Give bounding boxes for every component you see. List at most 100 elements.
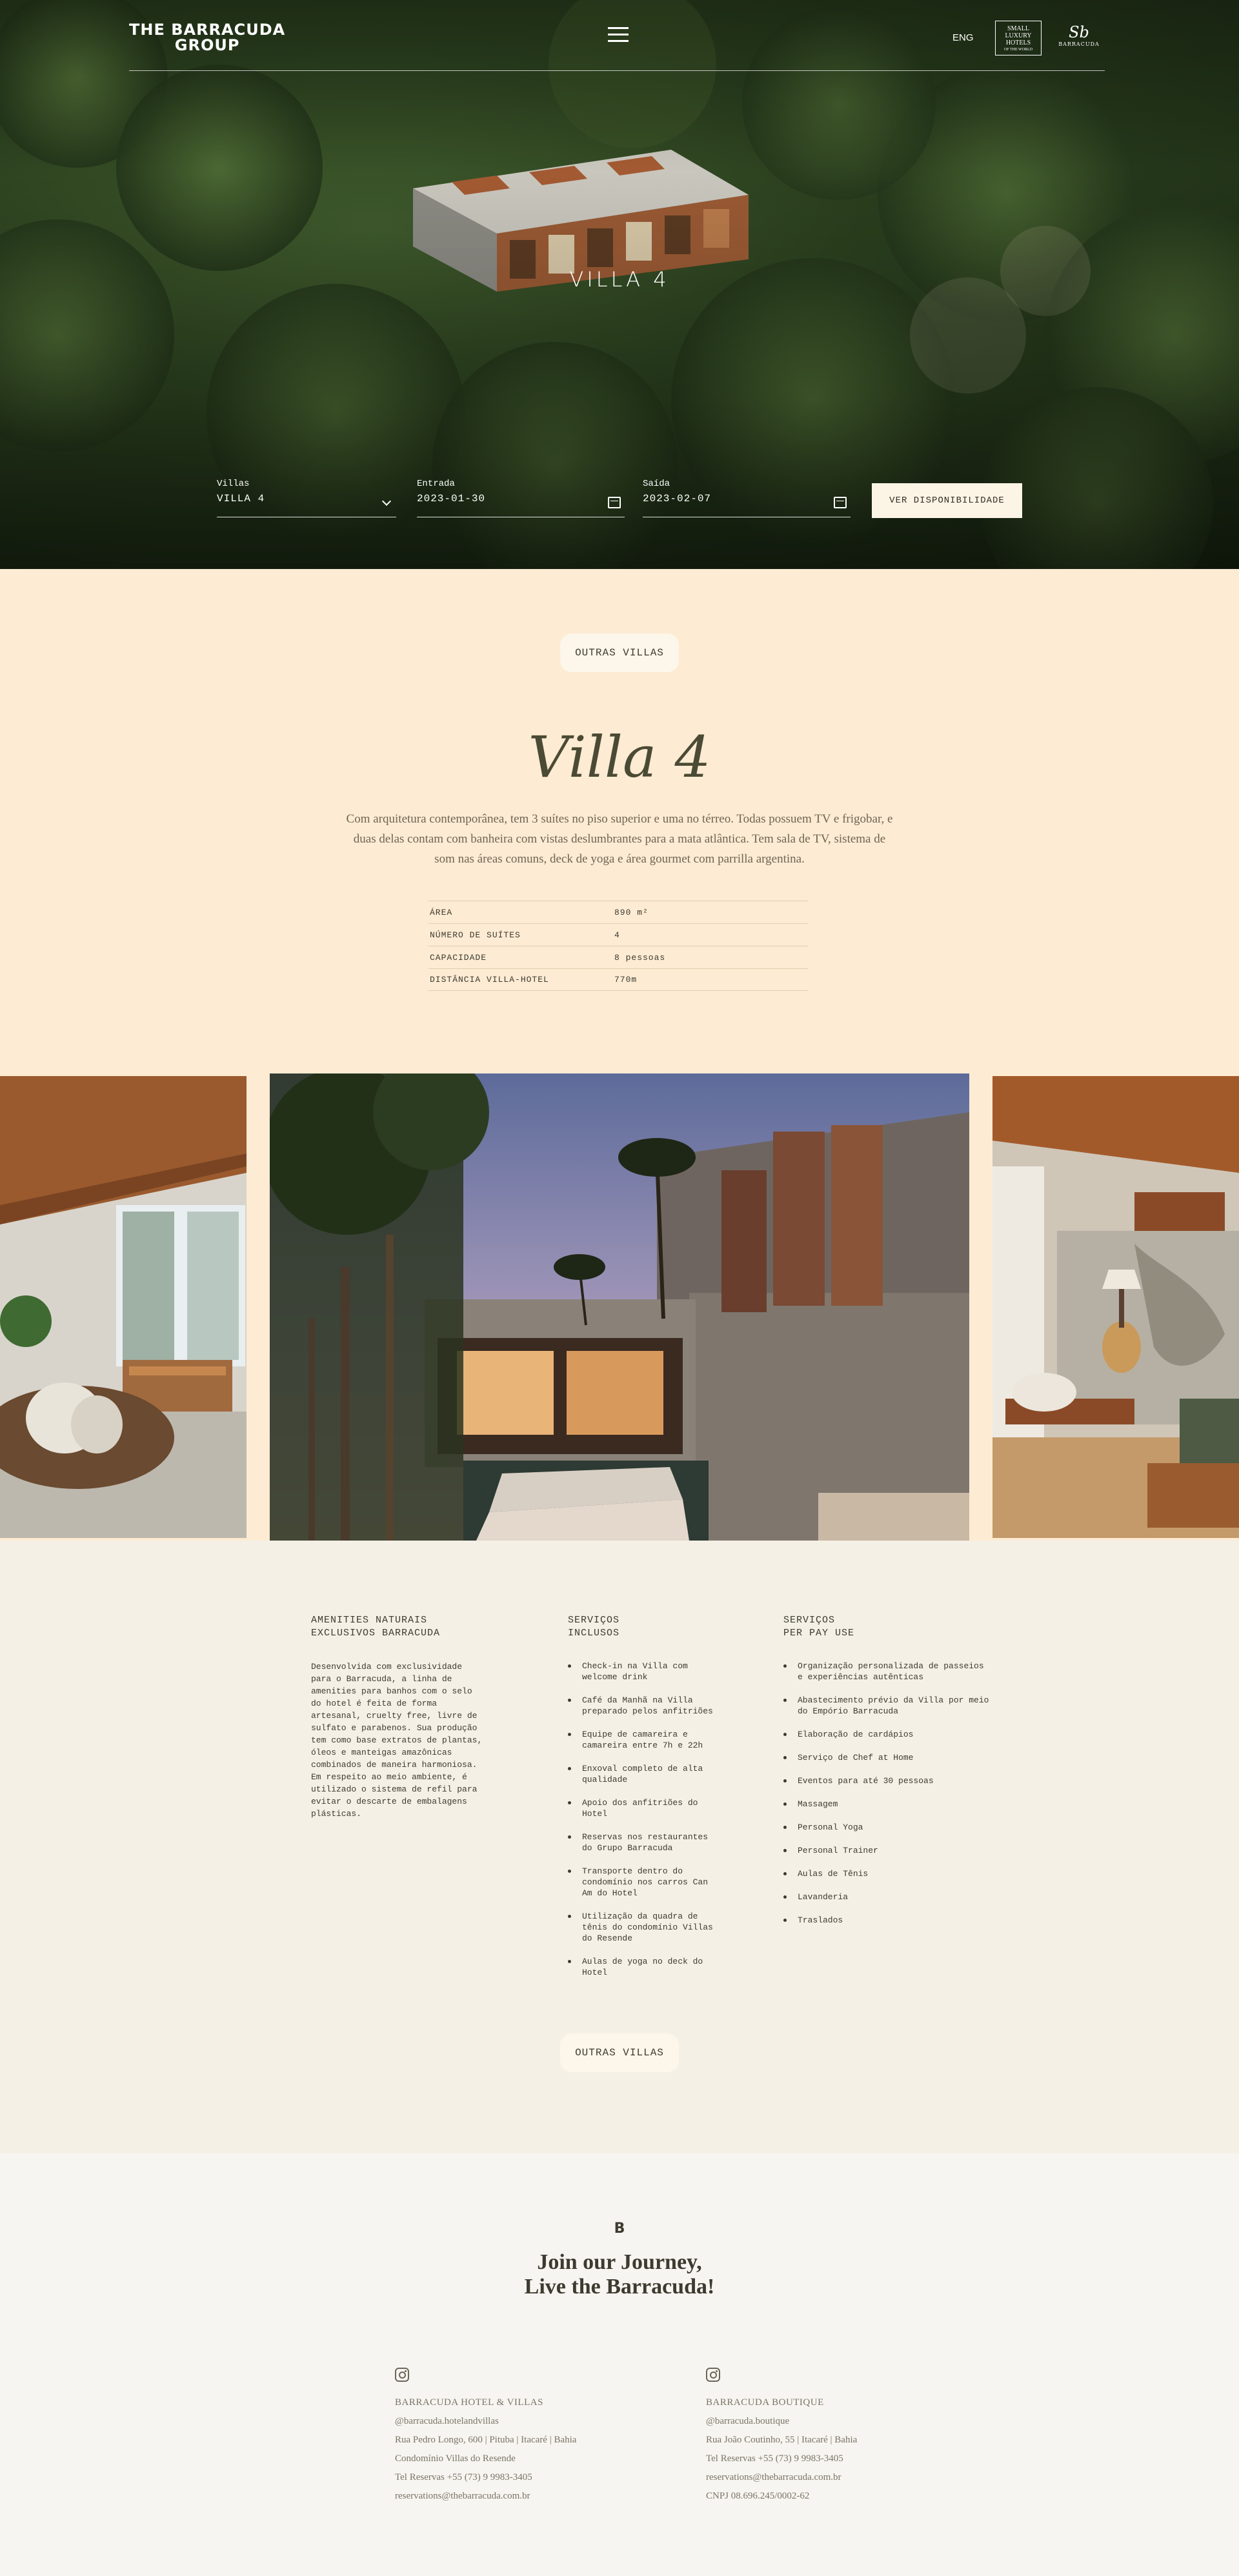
hero-section: THE BARRACUDA GROUP ENG SMALL LUXURY HOT… bbox=[0, 0, 1239, 569]
join-line-1: Join our Journey, bbox=[537, 2250, 702, 2274]
small-luxury-hotels-badge[interactable]: SMALL LUXURY HOTELS OF THE WORLD bbox=[995, 21, 1042, 55]
pay-per-use-services-column: SERVIÇOS PER PAY USE Organização persona… bbox=[783, 1614, 990, 1938]
join-heading: Join our Journey, Live the Barracuda! bbox=[0, 2250, 1239, 2299]
slh-line-4: OF THE WORLD bbox=[1003, 48, 1033, 52]
barracuda-mark-icon: B bbox=[614, 2221, 625, 2237]
list-item: Personal Yoga bbox=[783, 1822, 990, 1833]
footer-hotel-phone[interactable]: Tel Reservas +55 (73) 9 9983-3405 bbox=[395, 2468, 653, 2487]
checkout-label: Saída bbox=[643, 479, 670, 489]
list-item: Utilização da quadra de tênis do condomí… bbox=[568, 1911, 723, 1944]
list-item: Massagem bbox=[783, 1799, 990, 1810]
footer-boutique-email[interactable]: reservations@thebarracuda.com.br bbox=[706, 2468, 964, 2487]
gallery-image-bedroom[interactable] bbox=[992, 1076, 1239, 1538]
list-item: Transporte dentro do condomínio nos carr… bbox=[568, 1866, 723, 1899]
villa-value: VILLA 4 bbox=[217, 493, 265, 504]
included-services-list: Check-in na Villa com welcome drink Café… bbox=[568, 1661, 723, 1978]
footer-boutique-phone[interactable]: Tel Reservas +55 (73) 9 9983-3405 bbox=[706, 2450, 964, 2468]
column-title-line-1: SERVIÇOS bbox=[568, 1615, 620, 1626]
list-item: Eventos para até 30 pessoas bbox=[783, 1775, 990, 1786]
column-title: AMENITIES NATURAIS EXCLUSIVOS BARRACUDA bbox=[311, 1614, 485, 1640]
list-item: Equipe de camareira e camareira entre 7h… bbox=[568, 1729, 723, 1751]
logo-line-2: GROUP bbox=[174, 36, 240, 54]
column-title-line-2: PER PAY USE bbox=[783, 1628, 855, 1639]
instagram-icon[interactable] bbox=[706, 2368, 720, 2382]
list-item: Check-in na Villa com welcome drink bbox=[568, 1661, 723, 1682]
list-item: Aulas de Tênis bbox=[783, 1868, 990, 1879]
spec-key: DISTÂNCIA VILLA-HOTEL bbox=[430, 975, 549, 984]
join-line-2: Live the Barracuda! bbox=[524, 2275, 715, 2299]
gallery-image-exterior[interactable] bbox=[270, 1073, 969, 1541]
footer-hotel-title: BARRACUDA HOTEL & VILLAS bbox=[395, 2397, 543, 2408]
photo-gallery bbox=[0, 1073, 1239, 1541]
list-item: Elaboração de cardápios bbox=[783, 1729, 990, 1740]
checkout-field[interactable]: Saída 2023-02-07 bbox=[643, 479, 851, 517]
slh-line-3: HOTELS bbox=[1005, 39, 1031, 46]
calendar-icon[interactable] bbox=[608, 497, 621, 508]
spec-value: 4 bbox=[614, 930, 620, 940]
spec-key: CAPACIDADE bbox=[430, 952, 487, 963]
amenities-text: Desenvolvida com exclusividade para o Ba… bbox=[311, 1662, 483, 1819]
spec-key: NÚMERO DE SUÍTES bbox=[430, 930, 521, 940]
list-item: Traslados bbox=[783, 1915, 990, 1926]
footer-boutique-contact: BARRACUDA BOUTIQUE @barracuda.boutique R… bbox=[706, 2368, 964, 2506]
checkin-label: Entrada bbox=[417, 479, 455, 489]
logo-line-1: THE BARRACUDA bbox=[129, 21, 286, 39]
footer-hotel-handle[interactable]: @barracuda.hotelandvillas bbox=[395, 2412, 653, 2431]
spec-row: CAPACIDADE 8 pessoas bbox=[428, 946, 808, 968]
sb-sub: BARRACUDA bbox=[1058, 41, 1100, 47]
footer-hotel-contact: BARRACUDA HOTEL & VILLAS @barracuda.hote… bbox=[395, 2368, 653, 2506]
check-availability-button[interactable]: VER DISPONIBILIDADE bbox=[872, 483, 1022, 518]
list-item: Lavanderia bbox=[783, 1892, 990, 1902]
natural-amenities-column: AMENITIES NATURAIS EXCLUSIVOS BARRACUDA … bbox=[311, 1614, 485, 1820]
footer-hotel-condo: Condomínio Villas do Resende bbox=[395, 2453, 516, 2464]
villa-select[interactable]: Villas VILLA 4 bbox=[217, 479, 396, 517]
sb-main: Sb bbox=[1069, 23, 1089, 41]
spec-row: NÚMERO DE SUÍTES 4 bbox=[428, 923, 808, 946]
column-title: SERVIÇOS INCLUSOS bbox=[568, 1614, 723, 1640]
column-title: SERVIÇOS PER PAY USE bbox=[783, 1614, 990, 1640]
list-item: Reservas nos restaurantes do Grupo Barra… bbox=[568, 1832, 723, 1853]
sb-badge[interactable]: Sb BARRACUDA bbox=[1053, 23, 1105, 52]
hamburger-menu-icon[interactable] bbox=[608, 27, 629, 43]
barracuda-logo[interactable]: THE BARRACUDA GROUP bbox=[129, 22, 285, 53]
villa-specs-table: ÁREA 890 m² NÚMERO DE SUÍTES 4 CAPACIDAD… bbox=[428, 901, 808, 991]
footer-boutique-cnpj: CNPJ 08.696.245/0002-62 bbox=[706, 2491, 810, 2501]
amenities-section: AMENITIES NATURAIS EXCLUSIVOS BARRACUDA … bbox=[0, 1541, 1239, 2153]
list-item: Organização personalizada de passeios e … bbox=[783, 1661, 990, 1682]
slh-line-2: LUXURY bbox=[1005, 32, 1032, 39]
footer-hotel-email[interactable]: reservations@thebarracuda.com.br bbox=[395, 2487, 653, 2506]
spec-value: 890 m² bbox=[614, 907, 649, 917]
column-title-line-1: AMENITIES NATURAIS bbox=[311, 1615, 428, 1626]
column-title-line-2: INCLUSOS bbox=[568, 1628, 620, 1639]
list-item: Enxoval completo de alta qualidade bbox=[568, 1763, 723, 1785]
spec-value: 770m bbox=[614, 975, 638, 984]
calendar-icon[interactable] bbox=[834, 497, 847, 508]
footer-hotel-address: Rua Pedro Longo, 600 | Pituba | Itacaré … bbox=[395, 2435, 577, 2445]
gallery-image-living-room[interactable] bbox=[0, 1076, 247, 1538]
spec-value: 8 pessoas bbox=[614, 952, 666, 963]
list-item: Aulas de yoga no deck do Hotel bbox=[568, 1956, 723, 1978]
site-footer: B Join our Journey, Live the Barracuda! … bbox=[0, 2153, 1239, 2576]
booking-form: Villas VILLA 4 Entrada 2023-01-30 Saída … bbox=[217, 479, 1022, 524]
spec-row: DISTÂNCIA VILLA-HOTEL 770m bbox=[428, 968, 808, 991]
column-title-line-2: EXCLUSIVOS BARRACUDA bbox=[311, 1628, 441, 1639]
instagram-icon[interactable] bbox=[395, 2368, 409, 2382]
other-villas-button[interactable]: OUTRAS VILLAS bbox=[560, 634, 679, 672]
hero-title: VILLA 4 bbox=[569, 267, 670, 292]
checkout-value: 2023-02-07 bbox=[643, 493, 712, 504]
list-item: Apoio dos anfitriões do Hotel bbox=[568, 1797, 723, 1819]
checkin-value: 2023-01-30 bbox=[417, 493, 486, 504]
villa-label: Villas bbox=[217, 479, 250, 489]
footer-boutique-handle[interactable]: @barracuda.boutique bbox=[706, 2412, 964, 2431]
language-switch[interactable]: ENG bbox=[952, 32, 974, 43]
list-item: Café da Manhã na Villa preparado pelos a… bbox=[568, 1695, 723, 1717]
spec-row: ÁREA 890 m² bbox=[428, 901, 808, 923]
checkin-field[interactable]: Entrada 2023-01-30 bbox=[417, 479, 625, 517]
list-item: Abastecimento prévio da Villa por meio d… bbox=[783, 1695, 990, 1717]
footer-boutique-title: BARRACUDA BOUTIQUE bbox=[706, 2397, 824, 2408]
other-villas-button[interactable]: OUTRAS VILLAS bbox=[560, 2033, 679, 2072]
spec-key: ÁREA bbox=[430, 907, 453, 917]
column-title-line-1: SERVIÇOS bbox=[783, 1615, 836, 1626]
site-header: THE BARRACUDA GROUP ENG SMALL LUXURY HOT… bbox=[129, 19, 1105, 71]
list-item: Personal Trainer bbox=[783, 1845, 990, 1856]
